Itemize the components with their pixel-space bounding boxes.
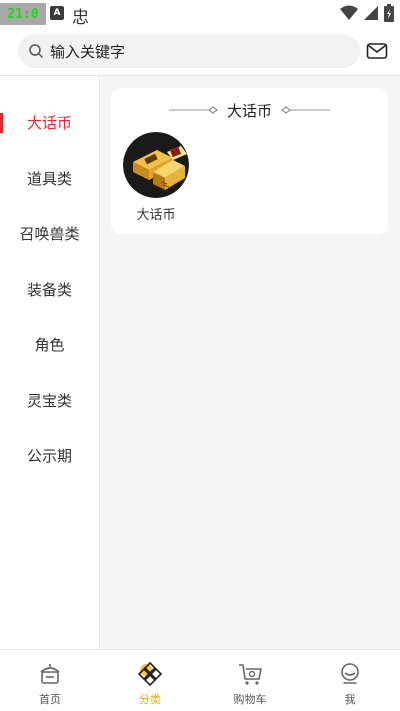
bottom-navigation: 首页 分类 购物车 我: [0, 649, 400, 711]
mail-icon[interactable]: [366, 40, 388, 62]
nav-profile[interactable]: 我: [300, 650, 400, 711]
category-icon: [137, 661, 163, 687]
gold-coin-stack-image: [123, 132, 189, 198]
nav-label: 我: [344, 693, 356, 706]
sidebar-item-label: 灵宝类: [26, 391, 72, 410]
left-ornament-icon: [168, 106, 218, 114]
status-indicators: [340, 4, 394, 22]
home-icon: [40, 664, 60, 684]
profile-icon: [341, 663, 359, 684]
category-card: 大话币 大话币: [111, 88, 388, 234]
sidebar-item-characters[interactable]: 角色: [0, 317, 99, 373]
category-item-coins[interactable]: 大话币: [123, 132, 189, 223]
search-input[interactable]: 输入关键字: [18, 34, 360, 68]
app-notification-icon: 忠: [72, 8, 89, 28]
sidebar-item-equipment[interactable]: 装备类: [0, 262, 99, 318]
status-time: 21:0: [0, 3, 46, 25]
category-content: 大话币 大话币: [101, 76, 400, 649]
right-ornament-icon: [281, 106, 330, 114]
cart-icon: [239, 664, 262, 685]
sidebar-item-label: 大话币: [26, 114, 72, 133]
category-item-label: 大话币: [136, 208, 176, 223]
search-header: 输入关键字: [0, 28, 400, 76]
sidebar-item-label: 公示期: [26, 447, 72, 466]
sidebar-item-announcement[interactable]: 公示期: [0, 428, 99, 484]
section-header: 大话币: [111, 98, 388, 122]
wifi-icon: [340, 5, 358, 20]
sidebar-item-summons[interactable]: 召唤兽类: [0, 206, 99, 262]
notification-a-icon: A: [50, 6, 64, 20]
sidebar-item-lingbao[interactable]: 灵宝类: [0, 373, 99, 429]
nav-label: 分类: [139, 693, 161, 706]
battery-icon: [384, 4, 394, 22]
sidebar-item-label: 道具类: [26, 169, 72, 188]
search-icon: [29, 44, 43, 58]
nav-category[interactable]: 分类: [100, 650, 200, 711]
nav-label: 购物车: [233, 693, 267, 706]
sidebar-item-label: 召唤兽类: [19, 225, 80, 244]
sidebar-item-props[interactable]: 道具类: [0, 151, 99, 207]
nav-cart[interactable]: 购物车: [200, 650, 300, 711]
nav-label: 首页: [39, 693, 61, 706]
signal-icon: [364, 6, 378, 20]
sidebar-item-label: 装备类: [26, 280, 72, 299]
sidebar-item-label: 角色: [34, 336, 65, 355]
sidebar-item-coins[interactable]: 大话币: [0, 95, 99, 151]
status-bar: 21:0 A 忠: [0, 0, 400, 28]
section-title: 大话币: [226, 101, 272, 120]
category-sidebar: 大话币 道具类 召唤兽类 装备类 角色 灵宝类 公示期: [0, 76, 100, 649]
nav-home[interactable]: 首页: [0, 650, 100, 711]
search-placeholder: 输入关键字: [50, 42, 126, 61]
